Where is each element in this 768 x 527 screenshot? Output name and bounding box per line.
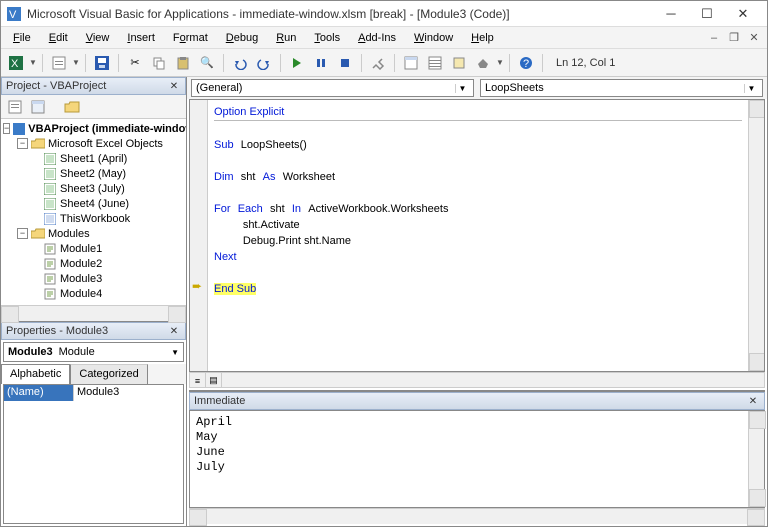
svg-text:?: ?	[523, 58, 529, 70]
tree-folder-excel-objects[interactable]: −Microsoft Excel Objects	[3, 136, 184, 151]
redo-button[interactable]	[253, 52, 275, 74]
view-excel-button[interactable]: X	[5, 52, 27, 74]
chevron-down-icon: ▼	[171, 348, 179, 357]
copy-button[interactable]	[148, 52, 170, 74]
properties-pane-close-icon[interactable]: ✕	[167, 324, 181, 338]
tree-module[interactable]: Module1	[3, 241, 184, 256]
main-toolbar: X ▼ ▼ ✂ 🔍 ▼ ? Ln 12, Col 1	[1, 49, 767, 77]
menu-addins[interactable]: Add-Ins	[350, 29, 404, 47]
save-button[interactable]	[91, 52, 113, 74]
menu-format[interactable]: Format	[165, 29, 216, 47]
properties-object-selector[interactable]: Module3 Module ▼	[3, 342, 184, 362]
properties-pane-title: Properties - Module3 ✕	[1, 322, 186, 340]
properties-button[interactable]	[424, 52, 446, 74]
view-code-button[interactable]	[5, 97, 25, 117]
menu-window[interactable]: Window	[406, 29, 461, 47]
minimize-button[interactable]: ─	[653, 2, 689, 26]
cut-button[interactable]: ✂	[124, 52, 146, 74]
tree-root[interactable]: −VBAProject (immediate-window.xlsm)	[3, 121, 184, 136]
toolbar-dropdown-icon[interactable]: ▼	[29, 58, 37, 67]
code-vscrollbar[interactable]	[748, 100, 764, 371]
tree-module[interactable]: Module4	[3, 286, 184, 301]
tree-sheet[interactable]: Sheet1 (April)	[3, 151, 184, 166]
doc-minimize-button[interactable]: –	[705, 30, 723, 46]
find-button[interactable]: 🔍	[196, 52, 218, 74]
property-key: (Name)	[4, 385, 74, 401]
help-button[interactable]: ?	[515, 52, 537, 74]
code-view-switcher: ≡ ▤	[189, 372, 765, 388]
code-gutter[interactable]: ➨	[190, 100, 208, 371]
tree-folder-modules[interactable]: −Modules	[3, 226, 184, 241]
tree-sheet[interactable]: Sheet3 (July)	[3, 181, 184, 196]
tree-sheet[interactable]: Sheet2 (May)	[3, 166, 184, 181]
tree-thisworkbook[interactable]: ThisWorkbook	[3, 211, 184, 226]
execution-pointer-icon: ➨	[192, 279, 202, 293]
cursor-position: Ln 12, Col 1	[548, 57, 623, 69]
paste-button[interactable]	[172, 52, 194, 74]
object-browser-button[interactable]	[448, 52, 470, 74]
reset-button[interactable]	[334, 52, 356, 74]
tab-categorized[interactable]: Categorized	[70, 364, 147, 384]
chevron-down-icon: ▼	[744, 84, 758, 93]
menu-insert[interactable]: Insert	[119, 29, 163, 47]
title-bar: V Microsoft Visual Basic for Application…	[1, 1, 767, 27]
svg-text:V: V	[9, 9, 17, 21]
tab-alphabetic[interactable]: Alphabetic	[1, 364, 70, 384]
procedure-combo[interactable]: LoopSheets▼	[480, 79, 763, 97]
menu-edit[interactable]: Edit	[41, 29, 76, 47]
svg-text:X: X	[11, 58, 19, 70]
immediate-window[interactable]: April May June July	[190, 411, 748, 507]
tree-module[interactable]: Module3	[3, 271, 184, 286]
immediate-hscrollbar[interactable]	[189, 508, 765, 524]
immediate-vscrollbar[interactable]	[748, 411, 764, 507]
chevron-down-icon: ▼	[455, 84, 469, 93]
property-row[interactable]: (Name) Module3	[4, 385, 183, 401]
properties-grid[interactable]: (Name) Module3	[3, 384, 184, 524]
toolbox-button[interactable]	[472, 52, 494, 74]
toolbar-dropdown-icon[interactable]: ▼	[72, 58, 80, 67]
close-button[interactable]: ✕	[725, 2, 761, 26]
menu-debug[interactable]: Debug	[218, 29, 266, 47]
project-explorer-button[interactable]	[400, 52, 422, 74]
view-object-button[interactable]	[28, 97, 48, 117]
tree-module[interactable]: Module2	[3, 256, 184, 271]
doc-close-button[interactable]: ✕	[745, 30, 763, 46]
project-hscrollbar[interactable]	[1, 305, 186, 321]
menu-tools[interactable]: Tools	[306, 29, 348, 47]
design-mode-button[interactable]	[367, 52, 389, 74]
window-title: Microsoft Visual Basic for Applications …	[27, 7, 653, 21]
menu-run[interactable]: Run	[268, 29, 304, 47]
menu-view[interactable]: View	[78, 29, 118, 47]
project-toolbar	[1, 95, 186, 119]
procedure-view-button[interactable]: ≡	[190, 373, 206, 388]
toggle-folders-button[interactable]	[62, 97, 82, 117]
doc-restore-button[interactable]: ❐	[725, 30, 743, 46]
project-tree[interactable]: −VBAProject (immediate-window.xlsm) −Mic…	[1, 119, 186, 305]
menu-file[interactable]: File	[5, 29, 39, 47]
code-editor[interactable]: Option Explicit Sub LoopSheets() Dim sht…	[208, 100, 748, 371]
immediate-pane-close-icon[interactable]: ✕	[746, 394, 760, 408]
immediate-pane-title: Immediate ✕	[189, 392, 765, 410]
tree-sheet[interactable]: Sheet4 (June)	[3, 196, 184, 211]
object-combo[interactable]: (General)▼	[191, 79, 474, 97]
insert-module-button[interactable]	[48, 52, 70, 74]
maximize-button[interactable]: ☐	[689, 2, 725, 26]
full-module-view-button[interactable]: ▤	[206, 373, 222, 388]
menu-help[interactable]: Help	[463, 29, 502, 47]
run-button[interactable]	[286, 52, 308, 74]
undo-button[interactable]	[229, 52, 251, 74]
break-button[interactable]	[310, 52, 332, 74]
toolbar-dropdown-icon[interactable]: ▼	[496, 58, 504, 67]
menu-bar: File Edit View Insert Format Debug Run T…	[1, 27, 767, 49]
app-icon: V	[7, 7, 21, 21]
property-value[interactable]: Module3	[74, 385, 183, 401]
project-pane-close-icon[interactable]: ✕	[167, 79, 181, 93]
project-pane-title: Project - VBAProject ✕	[1, 77, 186, 95]
